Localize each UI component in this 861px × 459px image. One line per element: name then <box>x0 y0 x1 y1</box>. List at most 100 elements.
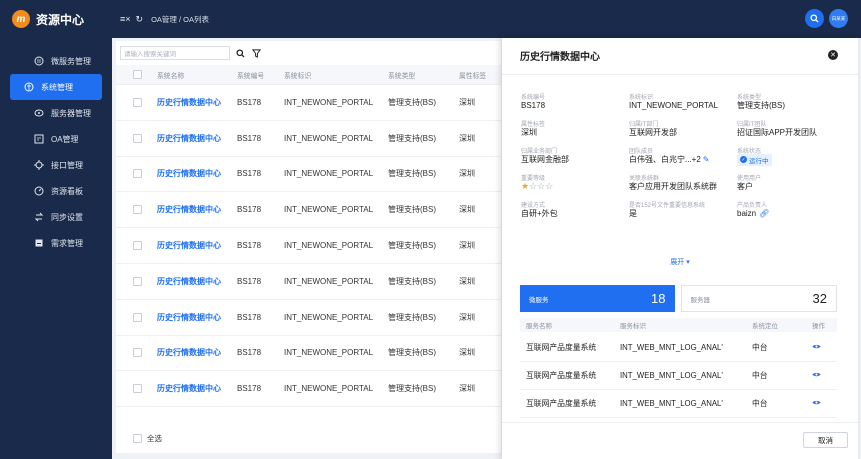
service-row[interactable]: 互联网产品度量系统 INT_WEB_MNT_LOG_ANAL' 中台 <box>520 390 837 418</box>
table-cell: BS178 <box>237 169 262 179</box>
stat-label: 服务器 <box>690 296 711 304</box>
field-value: ★☆☆☆ <box>521 181 629 192</box>
table-row[interactable]: 历史行情数据中心 BS178 INT_NEWONE_PORTAL 管理支持(BS) 深圳 <box>116 157 501 193</box>
field-value: 自研+外包 <box>521 208 629 219</box>
star-icon: ★ <box>521 181 530 191</box>
service-row[interactable]: 互联网产品度量系统 INT_WEB_MNT_LOG_ANAL' 中台 <box>520 334 837 362</box>
stat-label: 微服务 <box>529 296 549 304</box>
field-value: 招证国际APP开发团队 <box>737 127 846 138</box>
table-row[interactable]: 历史行情数据中心 BS178 INT_NEWONE_PORTAL 管理支持(BS) 深圳 <box>116 228 501 264</box>
row-checkbox[interactable] <box>133 348 142 358</box>
view-eye-icon[interactable] <box>812 343 837 352</box>
collapse-menu-icon[interactable]: ≡× <box>120 14 131 24</box>
close-icon[interactable]: ✕ <box>828 50 838 60</box>
avatar[interactable]: 白某某 <box>829 9 848 28</box>
system-name-link[interactable]: 历史行情数据中心 <box>157 97 237 108</box>
table-cell: BS178 <box>237 384 262 394</box>
table-cell: INT_NEWONE_PORTAL <box>284 97 374 107</box>
view-eye-icon[interactable] <box>812 371 837 380</box>
header-checkbox[interactable] <box>133 70 142 79</box>
field-value: 互联网开发部 <box>629 127 737 138</box>
row-checkbox[interactable] <box>133 384 142 394</box>
sidebar-item-microservice[interactable]: 微服务管理 <box>10 48 102 74</box>
table-cell: INT_NEWONE_PORTAL <box>284 276 374 286</box>
stat-count: 32 <box>812 291 827 306</box>
column-header: 服务名称 <box>526 323 552 330</box>
table-cell: INT_WEB_MNT_LOG_ANAL' <box>620 399 723 408</box>
table-row[interactable]: 历史行情数据中心 BS178 INT_NEWONE_PORTAL 管理支持(BS) 深圳 <box>116 371 501 408</box>
filter-icon[interactable] <box>250 47 262 59</box>
sidebar-item-server[interactable]: 服务器管理 <box>10 100 102 126</box>
table-cell: 深圳 <box>459 133 475 143</box>
row-checkbox[interactable] <box>133 312 142 322</box>
table-cell: 深圳 <box>459 348 475 358</box>
field-value-text: 自研+外包 <box>521 209 558 218</box>
field-value: BS178 <box>521 100 629 111</box>
table-cell: 深圳 <box>459 241 475 251</box>
system-name-link[interactable]: 历史行情数据中心 <box>157 168 237 179</box>
service-row[interactable]: 互联网产品度量系统 INT_WEB_MNT_LOG_ANAL' 中台 <box>520 362 837 390</box>
expand-button[interactable]: 展开 ▾ <box>502 257 858 267</box>
server-stat-tab[interactable]: 服务器 32 <box>680 285 837 312</box>
system-name-link[interactable]: 历史行情数据中心 <box>157 133 237 144</box>
field-value: 白伟强、白兆宁...+2 ✎ <box>629 154 737 165</box>
system-name-link[interactable]: 历史行情数据中心 <box>157 347 237 358</box>
refresh-icon[interactable]: ↻ <box>136 14 144 25</box>
microservice-stat-tab[interactable]: 微服务 18 <box>520 285 675 312</box>
row-checkbox[interactable] <box>133 169 142 179</box>
table-row[interactable]: 历史行情数据中心 BS178 INT_NEWONE_PORTAL 管理支持(BS) 深圳 <box>116 121 501 157</box>
field-label: 是否152号文件重要信息系统 <box>629 203 706 209</box>
view-eye-icon[interactable] <box>812 399 837 408</box>
top-header: ≡× ↻ OA管理 / OA列表 白某某 <box>112 0 861 38</box>
table-cell: 管理支持(BS) <box>388 169 436 179</box>
system-name-link[interactable]: 历史行情数据中心 <box>157 276 237 287</box>
table-cell: INT_NEWONE_PORTAL <box>284 312 374 322</box>
search-input[interactable]: 请输入搜索关键词 <box>120 46 230 60</box>
importance-stars: ★☆☆☆ <box>521 181 553 192</box>
row-checkbox[interactable] <box>133 241 142 251</box>
detail-drawer: 历史行情数据中心 ✕ 系统编号 BS178 系统标识 INT_NEWONE_PORTA… <box>502 38 858 459</box>
table-cell: 管理支持(BS) <box>388 312 436 322</box>
status-text: 运行中 <box>749 157 769 165</box>
system-name-link[interactable]: 历史行情数据中心 <box>157 383 237 394</box>
requirement-icon <box>34 238 44 248</box>
sidebar-item-sync[interactable]: 同步设置 <box>10 204 102 230</box>
row-checkbox[interactable] <box>133 205 142 215</box>
select-all-checkbox[interactable] <box>133 433 142 443</box>
system-name-link[interactable]: 历史行情数据中心 <box>157 240 237 251</box>
sidebar-item-oa[interactable]: OA管理 <box>10 126 102 152</box>
table-cell: 深圳 <box>459 97 475 107</box>
table-cell: 管理支持(BS) <box>388 97 436 107</box>
header-actions: ≡× ↻ <box>120 14 143 25</box>
sidebar-item-dashboard[interactable]: 资源看板 <box>10 178 102 204</box>
table-row[interactable]: 历史行情数据中心 BS178 INT_NEWONE_PORTAL 管理支持(BS) 深圳 <box>116 336 501 372</box>
sidebar-item-api[interactable]: 接口管理 <box>10 152 102 178</box>
table-row[interactable]: 历史行情数据中心 BS178 INT_NEWONE_PORTAL 管理支持(BS) 深圳 <box>116 192 501 229</box>
sidebar-item-requirement[interactable]: 需求管理 <box>10 230 102 256</box>
row-checkbox[interactable] <box>133 97 142 107</box>
row-checkbox[interactable] <box>133 276 142 286</box>
search-icon[interactable] <box>805 9 824 28</box>
table-row[interactable]: 历史行情数据中心 BS178 INT_NEWONE_PORTAL 管理支持(BS) 深圳 <box>116 85 501 121</box>
dashboard-icon <box>34 186 44 196</box>
system-name-link[interactable]: 历史行情数据中心 <box>157 204 237 215</box>
breadcrumb: OA管理 / OA列表 <box>151 14 209 24</box>
edit-icon[interactable]: ✎ <box>703 155 710 164</box>
table-cell: 深圳 <box>459 169 475 179</box>
oa-icon <box>34 134 44 144</box>
search-icon[interactable] <box>234 47 246 59</box>
table-row[interactable]: 历史行情数据中心 BS178 INT_NEWONE_PORTAL 管理支持(BS) 深圳 <box>116 264 501 300</box>
cancel-button[interactable]: 取消 <box>803 432 848 448</box>
detail-field: 产品负责人 baizn 🔗︎ <box>737 200 846 219</box>
link-icon[interactable]: 🔗︎ <box>759 209 769 218</box>
table-row[interactable]: 历史行情数据中心 BS178 INT_NEWONE_PORTAL 管理支持(BS) 深圳 <box>116 300 501 336</box>
table-cell: 深圳 <box>459 276 475 286</box>
field-value-text: BS178 <box>521 101 546 110</box>
sidebar-item-system[interactable]: 系统管理 <box>10 74 102 100</box>
field-value: 深圳 <box>521 127 629 138</box>
sidebar-nav: 微服务管理 系统管理 服务器管理 OA管理 接口管理 资源看板 同步设置 需求管… <box>0 48 112 256</box>
brand[interactable]: m 资源中心 <box>0 0 112 38</box>
row-checkbox[interactable] <box>133 133 142 143</box>
field-label: 产品负责人 <box>737 203 768 209</box>
system-name-link[interactable]: 历史行情数据中心 <box>157 312 237 323</box>
